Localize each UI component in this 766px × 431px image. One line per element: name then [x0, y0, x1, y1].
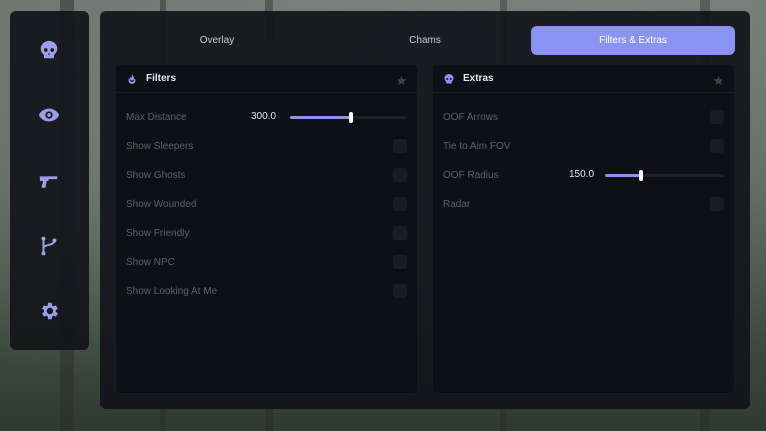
main-panel: Overlay Chams Filters & Extras Filters M… — [100, 11, 750, 409]
star-icon[interactable] — [396, 73, 407, 86]
show-looking-at-me-label: Show Looking At Me — [126, 285, 218, 297]
show-sleepers-checkbox[interactable] — [393, 139, 407, 153]
oof-arrows-label: OOF Arrows — [443, 111, 499, 123]
tab-overlay[interactable]: Overlay — [131, 26, 303, 55]
toggle-row-tie-to-aim-fov: Tie to Aim FOV — [443, 138, 724, 154]
toggle-row-show-wounded: Show Wounded — [126, 196, 407, 212]
max-distance-slider[interactable] — [290, 112, 407, 123]
show-friendly-checkbox[interactable] — [393, 226, 407, 240]
show-looking-at-me-checkbox[interactable] — [393, 284, 407, 298]
skull-icon[interactable] — [38, 39, 60, 61]
extras-title: Extras — [463, 73, 494, 84]
show-ghosts-checkbox[interactable] — [393, 168, 407, 182]
star-icon[interactable] — [713, 73, 724, 86]
sidebar — [10, 11, 89, 350]
extras-header: Extras — [433, 65, 734, 93]
tab-chams[interactable]: Chams — [339, 26, 511, 55]
toggle-row-radar: Radar — [443, 196, 724, 212]
slider-handle[interactable] — [348, 112, 353, 123]
filters-header: Filters — [116, 65, 417, 93]
skull-icon — [443, 73, 455, 85]
filters-card: Filters Max Distance 300.0 Show Sleepers… — [115, 64, 418, 394]
toggle-row-show-npc: Show NPC — [126, 254, 407, 270]
oof-radius-row: OOF Radius 150.0 — [443, 167, 724, 183]
extras-card: Extras OOF Arrows Tie to Aim FOV OOF Rad… — [432, 64, 735, 394]
gear-icon[interactable] — [38, 300, 60, 322]
oof-arrows-checkbox[interactable] — [710, 110, 724, 124]
flame-icon — [126, 73, 138, 85]
slider-fill — [290, 116, 351, 119]
show-wounded-checkbox[interactable] — [393, 197, 407, 211]
show-wounded-label: Show Wounded — [126, 198, 197, 210]
toggle-row-show-looking-at-me: Show Looking At Me — [126, 283, 407, 299]
show-npc-checkbox[interactable] — [393, 255, 407, 269]
toggle-row-show-ghosts: Show Ghosts — [126, 167, 407, 183]
oof-radius-slider[interactable] — [605, 170, 724, 181]
oof-radius-label: OOF Radius — [443, 169, 499, 181]
eye-icon[interactable] — [38, 104, 60, 126]
show-npc-label: Show NPC — [126, 256, 175, 268]
radar-checkbox[interactable] — [710, 197, 724, 211]
max-distance-label: Max Distance — [126, 111, 187, 123]
toggle-row-oof-arrows: OOF Arrows — [443, 109, 724, 125]
show-sleepers-label: Show Sleepers — [126, 140, 194, 152]
radar-label: Radar — [443, 198, 471, 210]
filters-title: Filters — [146, 73, 177, 84]
show-friendly-label: Show Friendly — [126, 227, 190, 239]
slider-handle[interactable] — [638, 170, 643, 181]
max-distance-value: 300.0 — [251, 111, 277, 122]
toggle-row-show-sleepers: Show Sleepers — [126, 138, 407, 154]
tie-to-aim-fov-label: Tie to Aim FOV — [443, 140, 511, 152]
tab-filters-extras[interactable]: Filters & Extras — [531, 26, 735, 55]
toggle-row-show-friendly: Show Friendly — [126, 225, 407, 241]
max-distance-row: Max Distance 300.0 — [126, 109, 407, 125]
branch-icon[interactable] — [38, 235, 60, 257]
slider-fill — [605, 174, 641, 177]
show-ghosts-label: Show Ghosts — [126, 169, 186, 181]
tie-to-aim-fov-checkbox[interactable] — [710, 139, 724, 153]
pistol-icon[interactable] — [38, 170, 60, 192]
oof-radius-value: 150.0 — [569, 169, 595, 180]
